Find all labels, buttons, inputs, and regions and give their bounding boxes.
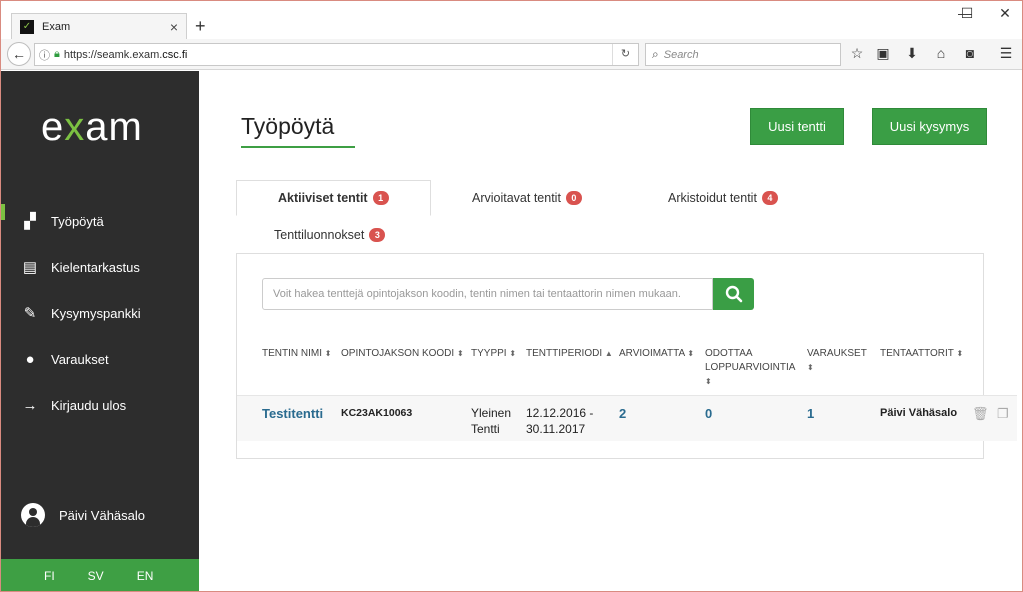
book-icon: ▤ [22, 259, 38, 276]
lock-icon: 🔒︎ [54, 48, 60, 60]
awaiting-final-count[interactable]: 0 [705, 406, 712, 421]
examiner-name: Päivi Vähäsalo [880, 407, 958, 419]
column-header-examiners[interactable]: TENTAATTORIT ⬍ [880, 347, 963, 361]
table-row: Testitentti KC23AK10063 Yleinen Tentti 12… [237, 395, 1017, 441]
copy-icon[interactable]: ❐ [997, 406, 1009, 422]
sidebar-item-label: Kysymyspankki [51, 305, 141, 321]
sidebar-item-label: Kielentarkastus [51, 259, 140, 275]
sidebar-nav: ▞ Työpöytä ▤ Kielentarkastus ✎ Kysymyspa… [1, 198, 199, 428]
browser-tab[interactable]: ✓ Exam × [11, 13, 187, 40]
column-header-exam-period[interactable]: TENTTIPERIODI ▲ [526, 347, 613, 361]
bookmark-star-icon[interactable]: ☆ [846, 45, 868, 65]
tab-bar: ✓ Exam × + — ☐ ✕ [1, 1, 1022, 40]
sidebar-item-question-bank[interactable]: ✎ Kysymyspankki [1, 290, 199, 336]
browser-window: ✓ Exam × + — ☐ ✕ ← ⓘ 🔒︎ https://seamk.ex… [0, 0, 1023, 592]
avatar-icon [21, 503, 45, 527]
sidebar-item-reservations[interactable]: ● Varaukset [1, 336, 199, 382]
home-icon[interactable]: ⌂ [930, 45, 952, 65]
tab-exams-to-review[interactable]: Arvioitavat tentit 0 [472, 180, 582, 216]
close-tab-icon[interactable]: × [170, 19, 178, 35]
pencil-icon: ✎ [23, 305, 37, 322]
pocket-icon[interactable]: ◙ [959, 45, 981, 65]
close-window-button[interactable]: ✕ [985, 5, 1022, 22]
menu-icon[interactable]: ☰ [995, 45, 1017, 65]
user-name: Päivi Vähäsalo [59, 507, 145, 523]
exam-type: Yleinen Tentti [471, 406, 512, 436]
sidebar-item-label: Kirjaudu ulos [51, 397, 127, 413]
sort-icon: ⬍ [956, 349, 964, 358]
column-header-unreviewed[interactable]: ARVIOIMATTA ⬍ [619, 347, 694, 361]
count-badge: 0 [565, 191, 582, 205]
tab-exam-drafts[interactable]: Tenttiluonnokset 3 [274, 217, 386, 253]
maximize-button[interactable]: ☐ [947, 5, 987, 22]
sidebar-item-logout[interactable]: → Kirjaudu ulos [1, 382, 199, 428]
column-header-exam-name[interactable]: TENTIN NIMI ⬍ [262, 347, 331, 361]
sort-icon: ⬍ [509, 349, 517, 358]
search-icon [725, 285, 742, 303]
sort-icon: ⬍ [705, 377, 712, 386]
new-question-button[interactable]: Uusi kysymys [872, 108, 987, 145]
column-header-reservations[interactable]: VARAUKSET ⬍ [807, 347, 867, 375]
count-badge: 4 [761, 191, 778, 205]
back-button[interactable]: ← [7, 42, 31, 66]
exam-period: 12.12.2016 -30.11.2017 [526, 406, 594, 436]
exam-name-link[interactable]: Testitentti [262, 406, 323, 421]
new-tab-button[interactable]: + [195, 16, 206, 37]
url-domain: csc.fi [162, 48, 188, 61]
reservations-count[interactable]: 1 [807, 406, 814, 421]
exam-logo: exam [41, 105, 143, 149]
sidebar-item-label: Varaukset [51, 351, 109, 367]
download-icon[interactable]: ⬇ [901, 45, 923, 65]
search-icon: ⌕ [652, 47, 659, 61]
course-code: KC23AK10063 [341, 407, 413, 419]
tab-archived-exams[interactable]: Arkistoidut tentit 4 [668, 180, 778, 216]
info-icon[interactable]: ⓘ [39, 47, 50, 63]
navigation-bar: ← ⓘ 🔒︎ https://seamk.exam. csc.fi ↻ ⌕ Sea… [1, 39, 1022, 70]
sort-up-icon: ▲ [604, 349, 613, 358]
sidebar-item-language-check[interactable]: ▤ Kielentarkastus [1, 244, 199, 290]
arrow-right-icon: → [22, 396, 38, 414]
sidebar-item-label: Työpöytä [51, 213, 104, 229]
sort-icon: ⬍ [687, 349, 695, 358]
dashboard-icon: ▞ [24, 213, 36, 230]
exam-search-input[interactable]: Voit hakea tenttejä opintojakson koodin,… [262, 278, 713, 310]
sort-icon: ⬍ [456, 349, 464, 358]
language-fi[interactable]: FI [44, 569, 55, 583]
unreviewed-count[interactable]: 2 [619, 406, 626, 421]
sidebar: exam ▞ Työpöytä ▤ Kielentarkastus ✎ Kysy… [1, 71, 199, 591]
url-prefix: https://seamk.exam. [63, 48, 163, 61]
main-content: Työpöytä Uusi tentti Uusi kysymys Aktiiv… [199, 71, 1022, 591]
sort-icon: ⬍ [324, 349, 332, 358]
new-exam-button[interactable]: Uusi tentti [750, 108, 844, 145]
language-sv[interactable]: SV [88, 569, 104, 583]
browser-tab-title: Exam [42, 21, 71, 33]
count-badge: 3 [369, 228, 386, 242]
count-badge: 1 [372, 191, 389, 205]
column-header-type[interactable]: TYYPPI ⬍ [471, 347, 516, 361]
reading-list-icon[interactable]: ▣ [872, 45, 894, 65]
exam-favicon-icon: ✓ [20, 20, 34, 34]
language-selector: FI SV EN [1, 559, 199, 591]
trash-icon[interactable]: 🗑︎ [972, 406, 989, 422]
browser-search-input[interactable]: ⌕ Search [645, 43, 841, 66]
page-title: Työpöytä [241, 113, 335, 139]
reload-icon[interactable]: ↻ [612, 44, 638, 65]
tab-active-exams[interactable]: Aktiiviset tentit 1 [236, 180, 431, 216]
column-header-course-code[interactable]: OPINTOJAKSON KOODI ⬍ [341, 347, 464, 361]
title-underline [241, 146, 355, 148]
sidebar-item-dashboard[interactable]: ▞ Työpöytä [1, 198, 199, 244]
exam-list-panel: Voit hakea tenttejä opintojakson koodin,… [236, 253, 1017, 459]
user-icon: ● [25, 350, 35, 368]
sort-icon: ⬍ [807, 363, 814, 372]
exam-search-button[interactable] [713, 278, 754, 310]
browser-search-placeholder: Search [663, 48, 699, 61]
language-en[interactable]: EN [137, 569, 154, 583]
column-header-awaiting-final[interactable]: ODOTTAA LOPPUARVIOINTIA ⬍ [705, 347, 795, 389]
user-profile[interactable]: Päivi Vähäsalo [21, 503, 145, 527]
url-bar[interactable]: ⓘ 🔒︎ https://seamk.exam. csc.fi ↻ [34, 43, 639, 66]
